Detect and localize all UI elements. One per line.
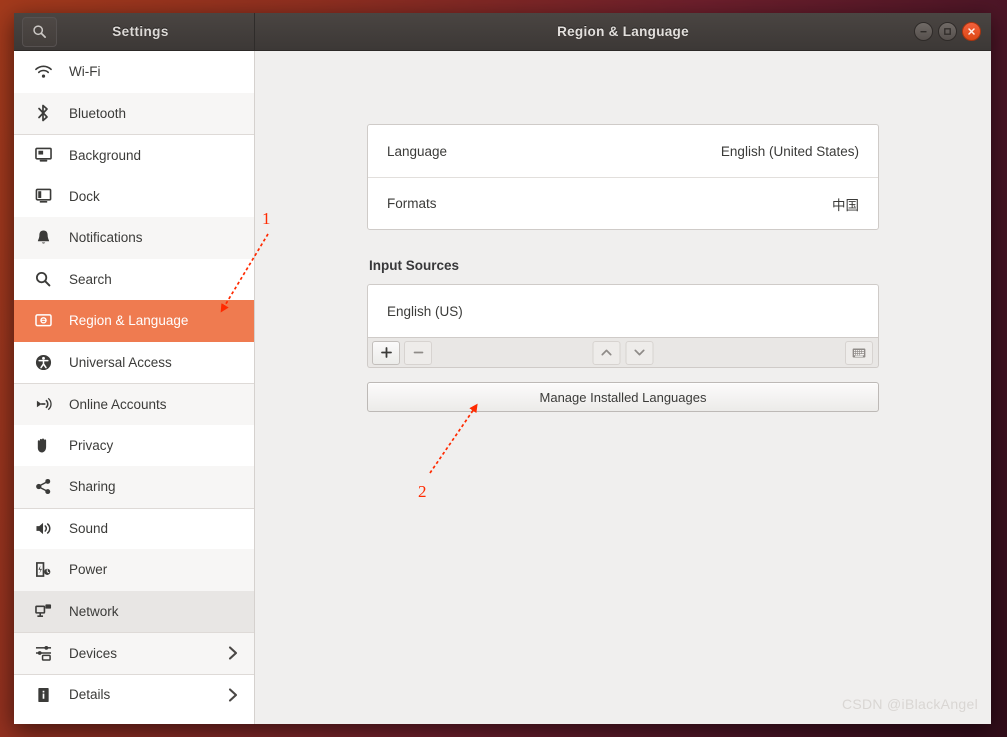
input-sources-reorder-group [592,340,654,365]
wifi-icon [32,62,54,82]
sharing-icon [32,477,54,497]
titlebar-main-section: Region & Language [255,13,991,50]
sidebar-item-label: Sound [69,521,109,537]
move-up-button[interactable] [592,340,621,365]
formats-row[interactable]: Formats 中国 [368,177,878,229]
online-accounts-icon [32,394,54,414]
language-row-label: Language [387,143,448,159]
sidebar-item-privacy[interactable]: Privacy [14,424,254,466]
sidebar-item-label: Power [69,562,108,578]
sidebar-item-label: Universal Access [69,354,172,370]
minimize-button[interactable] [914,22,933,41]
devices-icon [32,643,54,663]
sidebar-item-background[interactable]: Background [14,134,254,176]
sidebar-item-details[interactable]: Details [14,673,254,715]
page-title: Region & Language [557,24,689,39]
sidebar-item-label: Region & Language [69,313,189,329]
settings-window: Settings Region & Language Wi-Fi Bluetoo… [14,13,991,724]
search-icon[interactable] [22,16,57,47]
sidebar-item-power[interactable]: Power [14,549,254,591]
chevron-right-icon [228,687,238,702]
manage-installed-languages-button[interactable]: Manage Installed Languages [367,382,879,412]
app-title: Settings [112,24,169,39]
input-sources-toolbar [367,338,879,368]
window-body: Wi-Fi Bluetooth Background Dock Notifica… [14,51,991,724]
language-row-value: English (United States) [720,143,859,159]
sidebar-item-label: Details [69,687,111,703]
window-titlebar: Settings Region & Language [14,13,991,51]
close-button[interactable] [962,22,981,41]
sidebar-item-label: Wi-Fi [69,64,101,80]
sidebar-item-label: Online Accounts [69,396,167,412]
dock-icon [32,186,54,206]
sidebar-item-label: Dock [69,188,100,204]
details-info-icon [32,685,54,705]
annotation-label-2: 2 [418,482,427,501]
region-language-icon [32,311,54,331]
network-icon [32,601,54,621]
sidebar-item-online-accounts[interactable]: Online Accounts [14,383,254,425]
sidebar-item-sharing[interactable]: Sharing [14,466,254,508]
chevron-right-icon [228,646,238,661]
sidebar-item-label: Background [69,147,142,163]
list-item: English (US) [387,303,463,319]
bell-icon [32,228,54,248]
remove-input-source-button[interactable] [404,340,432,365]
sidebar-item-region-language[interactable]: Region & Language [14,300,254,342]
accessibility-icon [32,352,54,372]
sidebar-item-dock[interactable]: Dock [14,175,254,217]
maximize-button[interactable] [938,22,957,41]
sidebar-item-label: Devices [69,645,118,661]
input-sources-heading: Input Sources [369,258,460,273]
sidebar-item-notifications[interactable]: Notifications [14,217,254,259]
sidebar-item-label: Sharing [69,479,116,495]
move-down-button[interactable] [625,340,654,365]
sidebar-item-network[interactable]: Network [14,590,254,632]
sidebar-item-label: Privacy [69,437,114,453]
region-language-panel: Language English (United States) Formats… [367,51,879,412]
bluetooth-icon [32,103,54,123]
sidebar-item-sound[interactable]: Sound [14,507,254,549]
sidebar-item-devices[interactable]: Devices [14,632,254,674]
sidebar-item-label: Search [69,271,112,287]
sidebar-item-label: Network [69,603,119,619]
sidebar-item-wifi[interactable]: Wi-Fi [14,51,254,93]
input-sources-list[interactable]: English (US) [367,284,879,338]
watermark: CSDN @iBlackAngel [841,696,978,712]
power-icon [32,560,54,580]
sidebar-item-label: Bluetooth [69,105,127,121]
formats-row-label: Formats [387,196,437,211]
window-controls [914,22,981,41]
sidebar-item-label: Notifications [69,230,143,246]
settings-content-panel: Language English (United States) Formats… [255,51,991,724]
formats-row-value: 中国 [832,197,859,213]
titlebar-sidebar-section: Settings [14,13,255,50]
settings-sidebar: Wi-Fi Bluetooth Background Dock Notifica… [14,51,255,724]
sidebar-item-bluetooth[interactable]: Bluetooth [14,92,254,134]
privacy-hand-icon [32,435,54,455]
annotation-label-1: 1 [262,209,271,228]
add-input-source-button[interactable] [372,340,400,365]
keyboard-layout-preview-button[interactable] [845,340,873,365]
sidebar-item-universal-access[interactable]: Universal Access [14,341,254,383]
sidebar-item-search[interactable]: Search [14,258,254,300]
sound-icon [32,519,54,539]
language-row[interactable]: Language English (United States) [368,125,878,177]
search-icon [32,269,54,289]
language-formats-card: Language English (United States) Formats… [367,124,879,230]
background-icon [32,145,54,165]
